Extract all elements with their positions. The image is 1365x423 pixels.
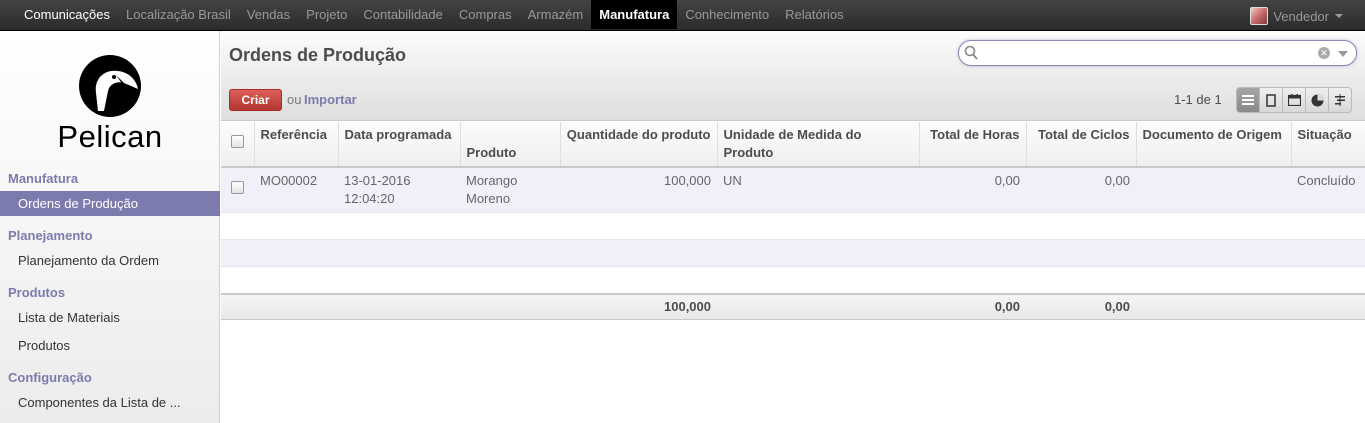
form-view-button[interactable]	[1259, 87, 1283, 113]
sidebar: Pelican Manufatura Ordens de Produção Pl…	[0, 31, 220, 423]
sidebar-item-produtos[interactable]: Produtos	[0, 333, 220, 358]
total-cell-empty	[338, 292, 460, 320]
top-menu: Comunicações Localização Brasil Vendas P…	[16, 0, 852, 31]
select-all-cell	[221, 122, 255, 168]
avatar	[1250, 7, 1269, 25]
graph-view-icon	[1311, 94, 1323, 106]
menu-vendas[interactable]: Vendas	[239, 0, 298, 29]
create-button[interactable]: Criar	[229, 89, 282, 111]
total-cell-empty	[460, 292, 560, 320]
sidebar-section-planejamento: Planejamento	[8, 228, 93, 243]
total-horas: 0,00	[919, 292, 1026, 320]
sidebar-section-configuracao: Configuração	[8, 370, 92, 385]
total-cell-empty	[1136, 292, 1291, 320]
top-navbar: Comunicações Localização Brasil Vendas P…	[0, 0, 1365, 31]
column-header-documento-origem[interactable]: Documento de Origem	[1136, 122, 1292, 168]
sidebar-item-ordens-de-producao[interactable]: Ordens de Produção	[0, 191, 220, 216]
or-label: ou	[287, 92, 302, 107]
totals-row: 100,000 0,00 0,00	[221, 292, 1365, 320]
list-view-icon	[1242, 95, 1254, 105]
search-icon	[964, 45, 978, 60]
search-box[interactable]: ✕	[958, 40, 1357, 66]
cell-total-ciclos: 0,00	[1026, 167, 1136, 213]
sidebar-item-componentes[interactable]: Componentes da Lista de ...	[0, 390, 220, 415]
row-checkbox[interactable]	[231, 181, 244, 194]
search-options-chevron-icon[interactable]	[1338, 51, 1348, 57]
table-header-row: Referência Data programada Produto Quant…	[221, 122, 1365, 168]
column-header-quantidade[interactable]: Quantidade do produto	[560, 122, 718, 168]
list-view-button[interactable]	[1236, 87, 1260, 113]
cell-data-programada: 13-01-2016 12:04:20	[338, 167, 460, 213]
table-row[interactable]: MO00002 13-01-2016 12:04:20 Morango More…	[221, 167, 1365, 213]
cell-situacao: Concluído	[1291, 167, 1365, 213]
menu-contabilidade[interactable]: Contabilidade	[355, 0, 451, 29]
total-cell-empty	[221, 292, 254, 320]
total-cell-empty	[254, 292, 338, 320]
menu-projeto[interactable]: Projeto	[298, 0, 355, 29]
column-header-total-horas[interactable]: Total de Horas	[919, 122, 1027, 168]
empty-cell	[221, 212, 1365, 240]
total-ciclos: 0,00	[1026, 292, 1136, 320]
chevron-down-icon	[1335, 14, 1343, 18]
total-cell-empty	[717, 292, 919, 320]
sidebar-item-lista-de-materiais[interactable]: Lista de Materiais	[0, 305, 220, 330]
column-header-data-programada[interactable]: Data programada	[338, 122, 461, 168]
import-link[interactable]: Importar	[304, 92, 357, 107]
cell-quantidade: 100,000	[560, 167, 717, 213]
menu-localizacao-brasil[interactable]: Localização Brasil	[118, 0, 239, 29]
pager-value[interactable]: 1-1 de 1	[1174, 92, 1222, 107]
user-menu[interactable]: Vendedor	[1250, 6, 1343, 26]
cell-referencia: MO00002	[254, 167, 338, 213]
form-view-icon	[1266, 93, 1276, 107]
clear-icon[interactable]: ✕	[1318, 47, 1330, 59]
production-orders-table: Referência Data programada Produto Quant…	[221, 122, 1365, 320]
empty-row	[221, 239, 1365, 267]
calendar-view-icon	[1287, 94, 1301, 106]
gantt-view-icon	[1335, 94, 1345, 106]
page-title: Ordens de Produção	[229, 45, 407, 65]
calendar-view-button[interactable]	[1282, 87, 1306, 113]
column-header-produto[interactable]: Produto	[460, 122, 561, 168]
cell-total-horas: 0,00	[919, 167, 1026, 213]
empty-cell	[221, 266, 1365, 294]
empty-cell	[221, 239, 1365, 267]
menu-armazem[interactable]: Armazém	[520, 0, 592, 29]
column-header-unidade-medida[interactable]: Unidade de Medida do Produto	[717, 122, 920, 168]
column-header-total-ciclos[interactable]: Total de Ciclos	[1026, 122, 1137, 168]
empty-row	[221, 266, 1365, 294]
menu-conhecimento[interactable]: Conhecimento	[677, 0, 777, 29]
cell-documento-origem	[1136, 167, 1291, 213]
view-switcher	[1236, 87, 1352, 113]
menu-compras[interactable]: Compras	[451, 0, 520, 29]
menu-manufatura[interactable]: Manufatura	[591, 0, 678, 29]
menu-comunicacoes[interactable]: Comunicações	[16, 0, 118, 29]
menu-relatorios[interactable]: Relatórios	[777, 0, 852, 29]
logo-text: Pelican	[57, 119, 163, 154]
cell-produto: Morango Moreno	[460, 167, 560, 213]
sidebar-section-manufatura: Manufatura	[8, 171, 79, 186]
column-header-situacao[interactable]: Situação	[1291, 122, 1365, 168]
control-panel: Ordens de Produção ✕ Criar ou Importar 1…	[221, 31, 1365, 121]
column-header-referencia[interactable]: Referência	[254, 122, 339, 168]
graph-view-button[interactable]	[1305, 87, 1329, 113]
cell-unidade: UN	[717, 167, 919, 213]
search-input[interactable]	[979, 44, 1299, 62]
total-quantidade: 100,000	[560, 292, 717, 320]
user-name: Vendedor	[1273, 8, 1329, 24]
select-all-checkbox[interactable]	[230, 135, 244, 148]
empty-row	[221, 212, 1365, 240]
total-cell-empty	[1291, 292, 1365, 320]
gantt-view-button[interactable]	[1328, 87, 1352, 113]
sidebar-section-produtos: Produtos	[8, 285, 66, 300]
row-select-cell	[221, 167, 254, 213]
sidebar-item-planejamento-da-ordem[interactable]: Planejamento da Ordem	[0, 248, 220, 273]
